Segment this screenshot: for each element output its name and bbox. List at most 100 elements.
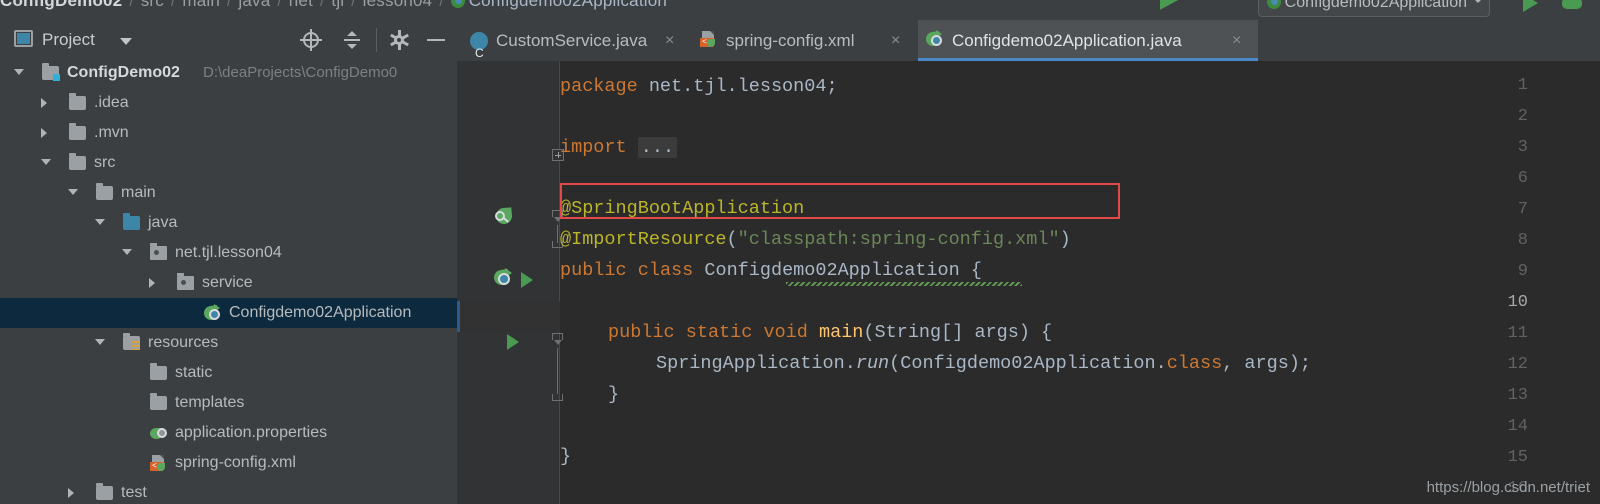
tree-item-application-properties[interactable]: application.properties <box>0 418 457 448</box>
folder-icon <box>150 363 167 380</box>
tree-item-java[interactable]: java <box>0 208 457 238</box>
breadcrumb-item-7[interactable]: Configdemo02Application <box>469 0 667 10</box>
code-line-1: package net.tjl.lesson04; <box>560 76 838 97</box>
code-line-9: public class Configdemo02Application { <box>560 260 982 281</box>
package-icon <box>150 243 167 260</box>
chevron-down-icon[interactable] <box>1474 0 1482 3</box>
tree-item-label: java <box>148 214 178 231</box>
spring-config-search-icon[interactable] <box>494 207 514 226</box>
tree-item-templates[interactable]: templates <box>0 388 457 418</box>
gear-icon[interactable] <box>388 29 410 51</box>
tree-item-label: src <box>94 154 116 171</box>
close-icon[interactable]: × <box>1232 20 1241 61</box>
chevron-right-icon[interactable] <box>68 488 74 498</box>
spring-bean-class-icon <box>202 304 221 322</box>
project-tree[interactable]: ConfigDemo02 D:\deaProjects\ConfigDemo0 .i… <box>0 58 457 504</box>
breadcrumb-separator: / <box>439 0 444 10</box>
tree-item-src[interactable]: src <box>0 148 457 178</box>
token-annotation-importresource: @ImportResource <box>560 229 727 250</box>
tree-item-configdemo02[interactable]: ConfigDemo02 D:\deaProjects\ConfigDemo0 <box>0 58 457 88</box>
breadcrumb[interactable]: ConfigDemo02 / src / main / java / net / tjl / lesso… <box>0 0 667 11</box>
breadcrumb-separator: / <box>351 0 356 10</box>
spring-bean-icon[interactable] <box>492 268 514 288</box>
token-keyword-public-2: public <box>608 322 675 343</box>
chevron-down-icon[interactable] <box>68 189 78 195</box>
token-brace-open: { <box>970 260 982 281</box>
editor-tab-label: Configdemo02Application.java <box>952 31 1182 50</box>
minimize-icon[interactable] <box>425 29 447 51</box>
tree-item-label: service <box>202 274 253 291</box>
folder-icon <box>96 483 113 500</box>
chevron-right-icon[interactable] <box>149 278 155 288</box>
tree-item-mvn[interactable]: .mvn <box>0 118 457 148</box>
breadcrumb-item-0[interactable]: ConfigDemo02 <box>0 0 122 10</box>
source-folder-icon <box>123 213 140 230</box>
chevron-right-icon[interactable] <box>41 128 47 138</box>
tree-item-idea[interactable]: .idea <box>0 88 457 118</box>
run-gutter-icon[interactable] <box>507 334 519 350</box>
breadcrumb-item-2[interactable]: main <box>182 0 220 10</box>
editor-tab-bar: CustomService.java×<spring-config.xml×Co… <box>457 20 1600 74</box>
chevron-down-icon[interactable] <box>120 38 132 45</box>
editor-tab-configdemo02application-java[interactable]: Configdemo02Application.java × <box>918 20 1258 61</box>
folder-icon <box>69 153 86 170</box>
debug-button[interactable] <box>1562 0 1582 9</box>
tree-item-label: .idea <box>94 94 129 111</box>
token-keyword-static: static <box>685 322 753 343</box>
tree-item-spring-config-xml[interactable]: < spring-config.xml <box>0 448 457 478</box>
java-class-icon <box>470 32 488 74</box>
tree-item-net-tjl-lesson04[interactable]: net.tjl.lesson04 <box>0 238 457 268</box>
project-panel-title[interactable]: Project <box>42 30 95 50</box>
tree-item-label: ConfigDemo02 <box>67 64 180 81</box>
annotation-highlight-box <box>560 183 1120 219</box>
collapse-all-icon[interactable] <box>341 29 363 51</box>
token-keyword-class-literal: class <box>1166 353 1223 374</box>
tree-item-main[interactable]: main <box>0 178 457 208</box>
tree-item-configdemo02application[interactable]: Configdemo02Application <box>0 298 457 328</box>
folded-imports-placeholder[interactable]: ... <box>637 137 678 158</box>
token-run-arg2: , args); <box>1222 353 1312 374</box>
folder-icon <box>150 393 167 410</box>
tree-item-static[interactable]: static <box>0 358 457 388</box>
tree-item-test[interactable]: test <box>0 478 457 504</box>
breadcrumb-item-6[interactable]: lesson04 <box>363 0 433 10</box>
token-run-arg1: (Configdemo02Application. <box>889 353 1167 374</box>
tree-item-label: resources <box>148 334 219 351</box>
close-icon[interactable]: × <box>891 20 900 61</box>
package-icon <box>177 273 194 290</box>
project-window-icon <box>14 30 33 47</box>
run-configuration-name: Configdemo02Application <box>1284 0 1467 11</box>
breadcrumb-separator: / <box>129 0 134 10</box>
folder-icon <box>96 183 113 200</box>
chevron-down-icon[interactable] <box>95 339 105 345</box>
token-paren-open: ( <box>726 229 738 250</box>
breadcrumb-item-5[interactable]: tjl <box>331 0 344 10</box>
breadcrumb-item-4[interactable]: net <box>289 0 313 10</box>
chevron-down-icon[interactable] <box>95 219 105 225</box>
code-line-8: @ImportResource("classpath:spring-config… <box>560 229 1071 250</box>
chevron-down-icon[interactable] <box>122 249 132 255</box>
editor-tab-customservice-java[interactable]: CustomService.java × <box>462 20 691 74</box>
chevron-down-icon[interactable] <box>41 159 51 165</box>
top-toolbar-strip: ConfigDemo02 / src / main / java / net / tjl / lesso… <box>0 0 1600 20</box>
run-button[interactable] <box>1523 0 1538 12</box>
locate-icon[interactable] <box>300 29 322 51</box>
tree-item-label: .mvn <box>94 124 129 141</box>
tree-item-service[interactable]: service <box>0 268 457 298</box>
editor-tab-label: CustomService.java <box>496 31 648 50</box>
tree-item-resources[interactable]: resources <box>0 328 457 358</box>
chevron-right-icon[interactable] <box>41 98 47 108</box>
code-content[interactable]: package net.tjl.lesson04; import ... @Sp… <box>560 61 1600 504</box>
breadcrumb-separator: / <box>171 0 176 10</box>
chevron-down-icon[interactable] <box>14 69 24 75</box>
close-icon[interactable]: × <box>665 20 674 61</box>
breadcrumb-item-1[interactable]: src <box>141 0 164 10</box>
breadcrumb-item-3[interactable]: java <box>238 0 270 10</box>
folder-icon <box>69 93 86 110</box>
run-gutter-icon[interactable] <box>521 272 533 288</box>
editor-tab-spring-config-xml[interactable]: < spring-config.xml × <box>692 20 917 61</box>
editor-tab-label: spring-config.xml <box>726 31 855 50</box>
tree-item-path: D:\deaProjects\ConfigDemo0 <box>203 64 398 81</box>
run-configuration-selector[interactable]: Configdemo02Application <box>1257 0 1490 17</box>
token-keyword-class: class <box>637 260 694 281</box>
